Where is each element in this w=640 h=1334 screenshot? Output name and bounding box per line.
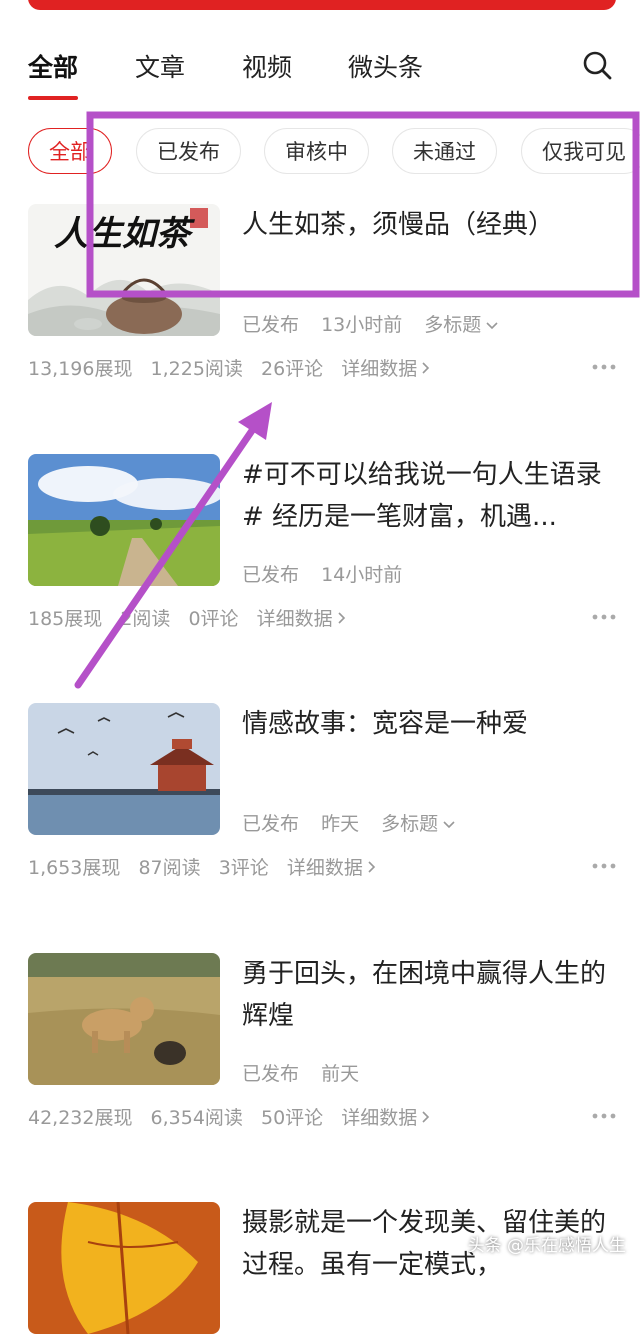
multi-title-label: 多标题 [381,813,439,835]
filter-published[interactable]: 已发布 [136,128,241,174]
tab-articles[interactable]: 文章 [135,48,185,84]
comments-count: 3评论 [218,857,269,879]
article-thumbnail [28,953,220,1085]
views-count: 185展现 [28,608,103,630]
article-stats: 185展现 2阅读 0评论 详细数据 [28,604,359,631]
multi-title-label: 多标题 [424,314,482,336]
article-meta: 已发布 前天 [242,1059,375,1086]
views-count: 42,232展现 [28,1107,133,1129]
article-title[interactable]: 情感故事：宽容是一种爱 [242,703,622,745]
tab-micro-posts[interactable]: 微头条 [348,48,423,84]
search-icon[interactable] [582,50,612,80]
active-tab-indicator [28,96,78,100]
comments-count: 50评论 [260,1107,324,1129]
article-time: 14小时前 [321,564,403,586]
comments-count: 26评论 [260,358,324,380]
article-thumbnail [28,1202,220,1334]
article-stats: 1,653展现 87阅读 3评论 详细数据 [28,853,389,880]
filter-rejected[interactable]: 未通过 [392,128,497,174]
article-stats: 42,232展现 6,354阅读 50评论 详细数据 [28,1103,443,1130]
detail-data-label: 详细数据 [286,857,363,879]
tab-videos[interactable]: 视频 [242,48,292,84]
more-icon[interactable] [592,863,616,869]
detail-data-label: 详细数据 [256,608,333,630]
chevron-right-icon [422,362,430,374]
chevron-right-icon [338,612,345,624]
article-status: 已发布 [242,314,300,336]
filter-reviewing[interactable]: 审核中 [264,128,369,174]
article-status: 已发布 [242,564,300,586]
multi-title-badge[interactable]: 多标题 [381,813,456,835]
reads-count: 2阅读 [120,608,171,630]
article-title[interactable]: 人生如茶，须慢品（经典） [242,204,622,246]
filter-all[interactable]: 全部 [28,128,112,174]
reads-count: 6,354阅读 [150,1107,243,1129]
detail-data-link[interactable]: 详细数据 [341,1107,431,1129]
article-meta: 已发布 14小时前 [242,560,418,587]
multi-title-badge[interactable]: 多标题 [424,314,499,336]
reads-count: 1,225阅读 [150,358,243,380]
more-icon[interactable] [592,364,616,370]
article-thumbnail: 人生如茶 [28,204,220,336]
content-type-tabs: 全部 文章 视频 微头条 [0,44,640,104]
article-stats: 13,196展现 1,225阅读 26评论 详细数据 [28,354,443,381]
detail-data-link[interactable]: 详细数据 [257,608,347,630]
article-meta: 已发布 昨天 多标题 [242,809,472,836]
article-time: 13小时前 [321,314,403,336]
article-time: 前天 [321,1063,360,1085]
article-title[interactable]: #可不可以给我说一句人生语录# 经历是一笔财富，机遇... [242,454,622,538]
annotation-arrow-head [238,402,272,440]
article-thumbnail [28,703,220,835]
detail-data-label: 详细数据 [341,1107,418,1129]
top-red-bar [28,0,616,10]
more-icon[interactable] [592,614,616,620]
article-time: 昨天 [321,813,360,835]
views-count: 1,653展现 [28,857,121,879]
detail-data-link[interactable]: 详细数据 [341,358,431,380]
more-icon[interactable] [592,1113,616,1119]
chevron-right-icon [368,861,375,873]
chevron-right-icon [422,1111,430,1123]
views-count: 13,196展现 [28,358,133,380]
tab-all[interactable]: 全部 [28,48,78,84]
detail-data-label: 详细数据 [341,358,418,380]
watermark: 头条 @乐在感悟人生 [467,1236,626,1256]
detail-data-link[interactable]: 详细数据 [287,857,377,879]
chevron-down-icon [443,821,455,829]
chevron-down-icon [486,322,498,330]
article-meta: 已发布 13小时前 多标题 [242,310,515,337]
article-status: 已发布 [242,1063,300,1085]
status-filter-bar: 全部 已发布 审核中 未通过 仅我可见 [0,128,640,176]
comments-count: 0评论 [188,608,239,630]
article-thumbnail [28,454,220,586]
thumbnail-calligraphy: 人生如茶 [54,214,190,254]
reads-count: 87阅读 [138,857,201,879]
article-title[interactable]: 勇于回头，在困境中赢得人生的辉煌 [242,953,622,1037]
article-status: 已发布 [242,813,300,835]
filter-private[interactable]: 仅我可见 [521,128,640,174]
